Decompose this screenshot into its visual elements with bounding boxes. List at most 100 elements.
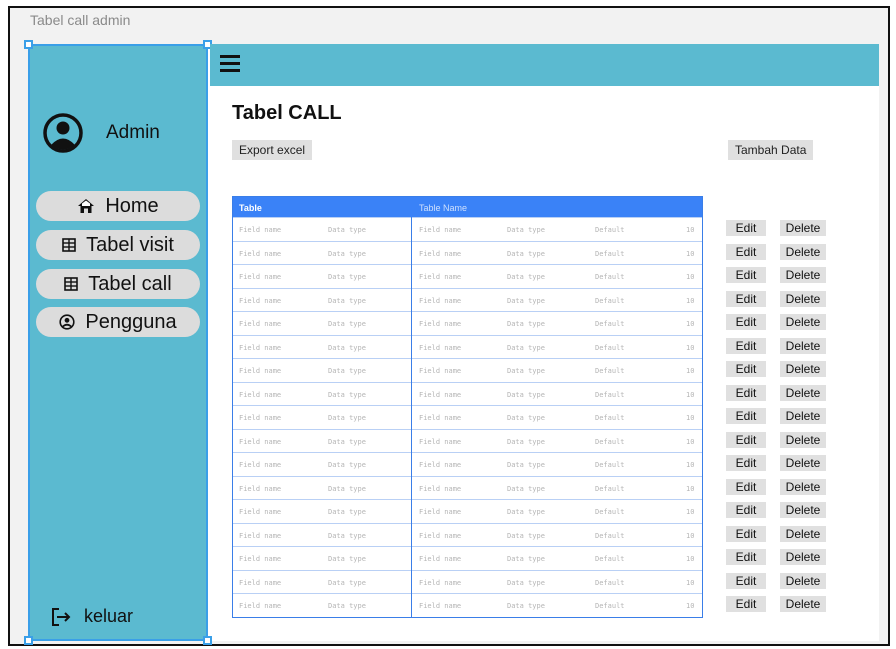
sidebar-item-tabel-call[interactable]: Tabel call [36,269,200,299]
edit-button[interactable]: Edit [726,384,766,401]
edit-button[interactable]: Edit [726,267,766,283]
sidebar-item-pengguna[interactable]: Pengguna [36,307,200,337]
delete-button[interactable]: Delete [780,220,826,236]
edit-button[interactable]: Edit [726,408,766,424]
delete-button[interactable]: Delete [780,314,826,330]
table-cell: Field name [239,414,282,422]
table-cell: Data type [328,508,366,516]
table-cell: Default [595,508,625,516]
table-cell: 10 [686,226,695,234]
edit-button[interactable]: Edit [726,525,766,542]
table-cell: Field name [239,578,282,587]
logout-button[interactable]: keluar [50,606,133,627]
table-cell: Data type [507,508,545,516]
edit-button[interactable]: Edit [726,290,766,307]
table-cell: Field name [239,461,282,469]
edit-button[interactable]: Edit [726,572,766,589]
table-cell: Field name [239,226,282,234]
selection-handle[interactable] [203,636,212,645]
delete-button[interactable]: Delete [780,384,826,401]
table-cell: Default [595,296,625,305]
table-cell: Data type [328,531,366,540]
delete-button[interactable]: Delete [780,267,826,283]
table-cell: Default [595,273,625,281]
delete-button[interactable]: Delete [780,502,826,518]
delete-button[interactable]: Delete [780,455,826,471]
table-cell: Field name [239,508,282,516]
logout-icon [52,607,71,626]
delete-button[interactable]: Delete [780,549,826,565]
edit-button[interactable]: Edit [726,455,766,471]
sidebar-item-tabel-visit[interactable]: Tabel visit [36,230,200,260]
table-row: Field name Data type Field name Data type De… [233,546,702,570]
delete-button[interactable]: Delete [780,572,826,589]
table-cell: Data type [328,226,366,234]
selection-handle[interactable] [24,40,33,49]
table-cell: Default [595,437,625,446]
page-title: Tabel CALL [232,102,342,124]
table-cell: Field name [419,555,462,563]
edit-button[interactable]: Edit [726,314,766,330]
delete-button[interactable]: Delete [780,478,826,495]
delete-button[interactable]: Delete [780,525,826,542]
delete-button[interactable]: Delete [780,337,826,354]
table-cell: Data type [507,343,545,352]
table-cell: Data type [507,578,545,587]
table-cell: Default [595,367,625,375]
table-cell: Field name [419,602,462,610]
table-cell: Default [595,343,625,352]
table-cell: Data type [507,414,545,422]
export-excel-button[interactable]: Export excel [232,140,313,160]
table-row: Field name Data type Field name Data type De… [233,593,702,617]
edit-button[interactable]: Edit [726,361,766,377]
table-cell: Field name [239,273,282,281]
table-cell: Field name [239,343,282,352]
edit-button[interactable]: Edit [726,596,766,612]
delete-button[interactable]: Delete [780,596,826,612]
table-cell: Default [595,226,625,234]
hamburger-icon[interactable] [220,55,240,73]
table-cell: 10 [686,273,695,281]
selection-handle[interactable] [24,636,33,645]
edit-button[interactable]: Edit [726,243,766,260]
table-cell: 10 [686,461,695,469]
table-cell: 10 [686,555,695,563]
table-cell: Data type [328,390,366,399]
delete-button[interactable]: Delete [780,431,826,448]
delete-button[interactable]: Delete [780,408,826,424]
tambah-data-button[interactable]: Tambah Data [728,140,814,160]
table-cell: Default [595,461,625,469]
table-row: Field name Data type Field name Data type De… [233,428,702,453]
sidebar: Admin Home Tabel visit Tabel call Penggu… [28,44,208,641]
app-canvas: Admin Home Tabel visit Tabel call Penggu… [24,40,879,645]
table-cell: Data type [328,602,366,610]
table-cell: Data type [328,461,366,469]
table-row: Field name Data type Field name Data type De… [233,569,702,594]
table-cell: Default [595,320,625,328]
edit-button[interactable]: Edit [726,220,766,236]
delete-button[interactable]: Delete [780,290,826,307]
table-cell: Data type [507,273,545,281]
table-cell: Field name [419,531,462,540]
edit-button[interactable]: Edit [726,478,766,495]
delete-button[interactable]: Delete [780,361,826,377]
table-cell: Field name [239,555,282,563]
edit-button[interactable]: Edit [726,502,766,518]
table-cell: Data type [328,437,366,446]
table-cell: Field name [239,296,282,305]
table-row: Field name Data type Field name Data type De… [233,334,702,359]
edit-button[interactable]: Edit [726,337,766,354]
profile-name: Admin [106,122,160,143]
sidebar-item-home[interactable]: Home [36,191,200,221]
table-row: Field name Data type Field name Data type De… [233,240,702,265]
delete-button[interactable]: Delete [780,243,826,260]
edit-button[interactable]: Edit [726,431,766,448]
table-cell: Data type [328,367,366,375]
table-cell: 10 [686,367,695,375]
table-cell: Data type [507,249,545,258]
table-header-left: Table [239,203,262,213]
frame-title: Tabel call admin [30,12,131,28]
edit-button[interactable]: Edit [726,549,766,565]
table-header: Table Table Name [233,197,702,217]
table-cell: Field name [419,414,462,422]
